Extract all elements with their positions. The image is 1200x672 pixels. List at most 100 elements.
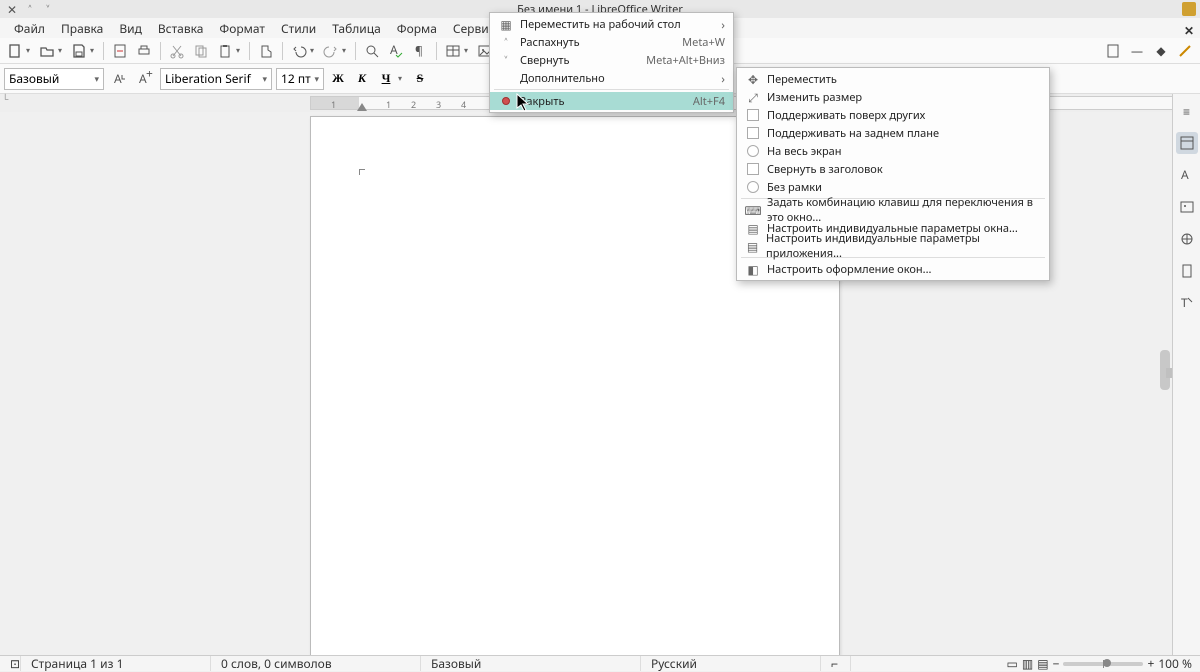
zoom-view-multi-icon[interactable]: ▥: [1022, 655, 1033, 672]
window-close-icon[interactable]: ✕: [6, 3, 18, 15]
chevrons-down-icon: ˅: [498, 52, 514, 69]
draw-icon[interactable]: [1174, 40, 1196, 62]
app-indicator-icon[interactable]: [1182, 2, 1196, 16]
print-icon[interactable]: [133, 40, 155, 62]
menu-format[interactable]: Формат: [211, 18, 273, 39]
menu-edit[interactable]: Правка: [53, 18, 111, 39]
sidebar-menu-icon[interactable]: ≡: [1176, 100, 1198, 122]
line-icon[interactable]: —: [1126, 40, 1148, 62]
window-more-submenu: ✥ Переместить ⤢ Изменить размер Поддержи…: [736, 67, 1050, 281]
move-icon: ✥: [745, 71, 761, 88]
ruler-mark: 1: [386, 98, 391, 111]
menu-label: Настроить индивидуальные параметры прило…: [766, 231, 1041, 261]
checkbox-icon: [745, 127, 761, 139]
svg-text:A: A: [1181, 167, 1189, 183]
save-icon[interactable]: [68, 40, 90, 62]
submenu-noborder[interactable]: Без рамки: [737, 178, 1049, 196]
menu-more[interactable]: Дополнительно ›: [490, 69, 733, 87]
menu-insert[interactable]: Вставка: [150, 18, 212, 39]
menu-file[interactable]: Файл: [6, 18, 53, 39]
insert-table-icon[interactable]: [442, 40, 464, 62]
zoom-slider[interactable]: [1063, 662, 1143, 666]
menu-close-window[interactable]: Закрыть Alt+F4: [490, 92, 733, 110]
grid-icon: ▦: [498, 16, 514, 33]
new-style-icon[interactable]: A+: [134, 68, 156, 90]
menu-label: Без рамки: [767, 180, 822, 195]
zoom-out-button[interactable]: −: [1053, 655, 1060, 672]
close-document-button[interactable]: ✕: [1184, 22, 1194, 39]
italic-button[interactable]: К: [352, 69, 372, 89]
sidebar-gallery-icon[interactable]: [1176, 196, 1198, 218]
paragraph-style-combo[interactable]: Базовый ▾: [4, 68, 104, 90]
radio-icon: [745, 145, 761, 157]
status-insert-mode[interactable]: ⌐: [821, 656, 851, 671]
submenu-resize[interactable]: ⤢ Изменить размер: [737, 88, 1049, 106]
submenu-set-shortcut[interactable]: ⌨ Задать комбинацию клавиш для переключе…: [737, 201, 1049, 219]
clone-format-icon[interactable]: [255, 40, 277, 62]
spellcheck-icon[interactable]: A: [385, 40, 407, 62]
status-wordcount[interactable]: 0 слов, 0 символов: [211, 656, 421, 671]
status-page[interactable]: Страница 1 из 1: [21, 656, 211, 671]
insert-pagebreak-icon[interactable]: [1102, 40, 1124, 62]
menu-styles[interactable]: Стили: [273, 18, 324, 39]
svg-text:A: A: [114, 71, 122, 87]
text-cursor: [359, 165, 367, 173]
sidebar-properties-icon[interactable]: [1176, 132, 1198, 154]
zoom-view-single-icon[interactable]: ▭: [1007, 655, 1018, 672]
keyboard-icon: ⌨: [745, 202, 761, 219]
menu-form[interactable]: Форма: [389, 18, 445, 39]
checkbox-icon: [745, 109, 761, 121]
font-size-combo[interactable]: 12 пт ▾: [276, 68, 324, 90]
new-doc-icon[interactable]: [4, 40, 26, 62]
undo-icon[interactable]: [288, 40, 310, 62]
ruler-mark: 3: [436, 98, 441, 111]
submenu-app-settings[interactable]: ▤ Настроить индивидуальные параметры при…: [737, 237, 1049, 255]
submenu-shade[interactable]: Свернуть в заголовок: [737, 160, 1049, 178]
menu-label: Переместить: [767, 72, 837, 87]
update-style-icon[interactable]: A: [108, 68, 130, 90]
status-style[interactable]: Базовый: [421, 656, 641, 671]
underline-button[interactable]: Ч: [376, 69, 396, 89]
submenu-keep-below[interactable]: Поддерживать на заднем плане: [737, 124, 1049, 142]
submenu-keep-above[interactable]: Поддерживать поверх других: [737, 106, 1049, 124]
menu-label: Свернуть: [520, 53, 569, 68]
menu-minimize[interactable]: ˅ Свернуть Meta+Alt+Вниз: [490, 51, 733, 69]
font-name-combo[interactable]: Liberation Serif ▾: [160, 68, 272, 90]
strike-button[interactable]: S: [410, 69, 430, 89]
bold-button[interactable]: Ж: [328, 69, 348, 89]
cut-icon[interactable]: [166, 40, 188, 62]
paste-icon[interactable]: [214, 40, 236, 62]
sidebar-page-icon[interactable]: [1176, 260, 1198, 282]
menu-label: Свернуть в заголовок: [767, 162, 883, 177]
zoom-view-book-icon[interactable]: ▤: [1037, 655, 1048, 672]
redo-icon[interactable]: [320, 40, 342, 62]
menu-move-to-desktop[interactable]: ▦ Переместить на рабочий стол ›: [490, 15, 733, 33]
resize-icon: ⤢: [745, 89, 761, 106]
shapes-icon[interactable]: ◆: [1150, 40, 1172, 62]
submenu-configure-decorations[interactable]: ◧ Настроить оформление окон...: [737, 260, 1049, 278]
ruler-indent-marker[interactable]: [357, 103, 367, 111]
submenu-arrow-icon: ›: [721, 16, 725, 33]
sidebar-navigator-icon[interactable]: [1176, 228, 1198, 250]
zoom-in-button[interactable]: +: [1147, 655, 1154, 672]
ruler-mark: 1: [331, 98, 336, 111]
menu-unmaximize[interactable]: ˄ Распахнуть Meta+W: [490, 33, 733, 51]
export-pdf-icon[interactable]: [109, 40, 131, 62]
submenu-fullscreen[interactable]: На весь экран: [737, 142, 1049, 160]
menu-view[interactable]: Вид: [111, 18, 150, 39]
status-language[interactable]: Русский: [641, 656, 821, 671]
sidebar-styles-icon[interactable]: A: [1176, 164, 1198, 186]
submenu-move[interactable]: ✥ Переместить: [737, 70, 1049, 88]
nonprinting-icon[interactable]: ¶: [409, 40, 431, 62]
window-maximize-icon[interactable]: ˄: [24, 3, 36, 15]
menu-table[interactable]: Таблица: [324, 18, 389, 39]
window-minimize-icon[interactable]: ˅: [42, 3, 54, 15]
find-icon[interactable]: [361, 40, 383, 62]
open-icon[interactable]: [36, 40, 58, 62]
status-save-icon[interactable]: ⊡: [0, 656, 21, 671]
menu-label: Закрыть: [520, 94, 564, 109]
sidebar-inspect-icon[interactable]: T: [1176, 292, 1198, 314]
zoom-value[interactable]: 100 %: [1158, 655, 1192, 672]
copy-icon[interactable]: [190, 40, 212, 62]
statusbar: ⊡ Страница 1 из 1 0 слов, 0 символов Баз…: [0, 655, 1200, 671]
